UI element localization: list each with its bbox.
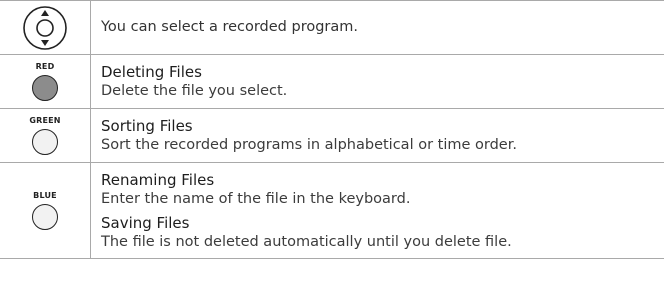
guide-row-blue: BLUE Renaming Files Enter the name of th… [0, 162, 664, 259]
navigate-description: You can select a recorded program. [101, 19, 358, 35]
saving-files-title: Saving Files [101, 213, 190, 232]
guide-row-navigate: You can select a recorded program. [0, 0, 664, 55]
deleting-files-title: Deleting Files [101, 63, 202, 81]
deleting-files-description: Delete the file you select. [101, 83, 288, 99]
text-cell: Deleting Files Delete the file you selec… [90, 54, 664, 109]
icon-cell: RED [0, 54, 91, 109]
text-cell: Renaming Files Enter the name of the fil… [90, 162, 664, 259]
text-cell: You can select a recorded program. [90, 0, 664, 55]
icon-cell: GREEN [0, 108, 91, 163]
guide-row-green: GREEN Sorting Files Sort the recorded pr… [0, 108, 664, 163]
green-button-label: GREEN [29, 116, 61, 125]
red-button-icon: RED [0, 62, 90, 101]
icon-cell [0, 0, 91, 55]
renaming-files-description: Enter the name of the file in the keyboa… [101, 190, 411, 207]
text-cell: Sorting Files Sort the recorded programs… [90, 108, 664, 163]
saving-files-block: Saving Files The file is not deleted aut… [101, 213, 664, 252]
red-button-circle [32, 75, 58, 101]
green-button-icon: GREEN [0, 116, 90, 155]
blue-button-icon: BLUE [0, 191, 90, 230]
icon-cell: BLUE [0, 162, 91, 259]
green-button-circle [32, 129, 58, 155]
directional-pad-icon [23, 5, 67, 50]
button-guide-table: You can select a recorded program. RED D… [0, 0, 664, 259]
blue-button-circle [32, 204, 58, 230]
saving-files-description: The file is not deleted automatically un… [101, 233, 512, 250]
renaming-files-block: Renaming Files Enter the name of the fil… [101, 170, 664, 209]
sorting-files-title: Sorting Files [101, 117, 193, 135]
guide-row-red: RED Deleting Files Delete the file you s… [0, 54, 664, 109]
renaming-files-title: Renaming Files [101, 170, 215, 189]
red-button-label: RED [35, 62, 55, 71]
blue-button-label: BLUE [33, 191, 57, 200]
sorting-files-description: Sort the recorded programs in alphabetic… [101, 137, 517, 153]
